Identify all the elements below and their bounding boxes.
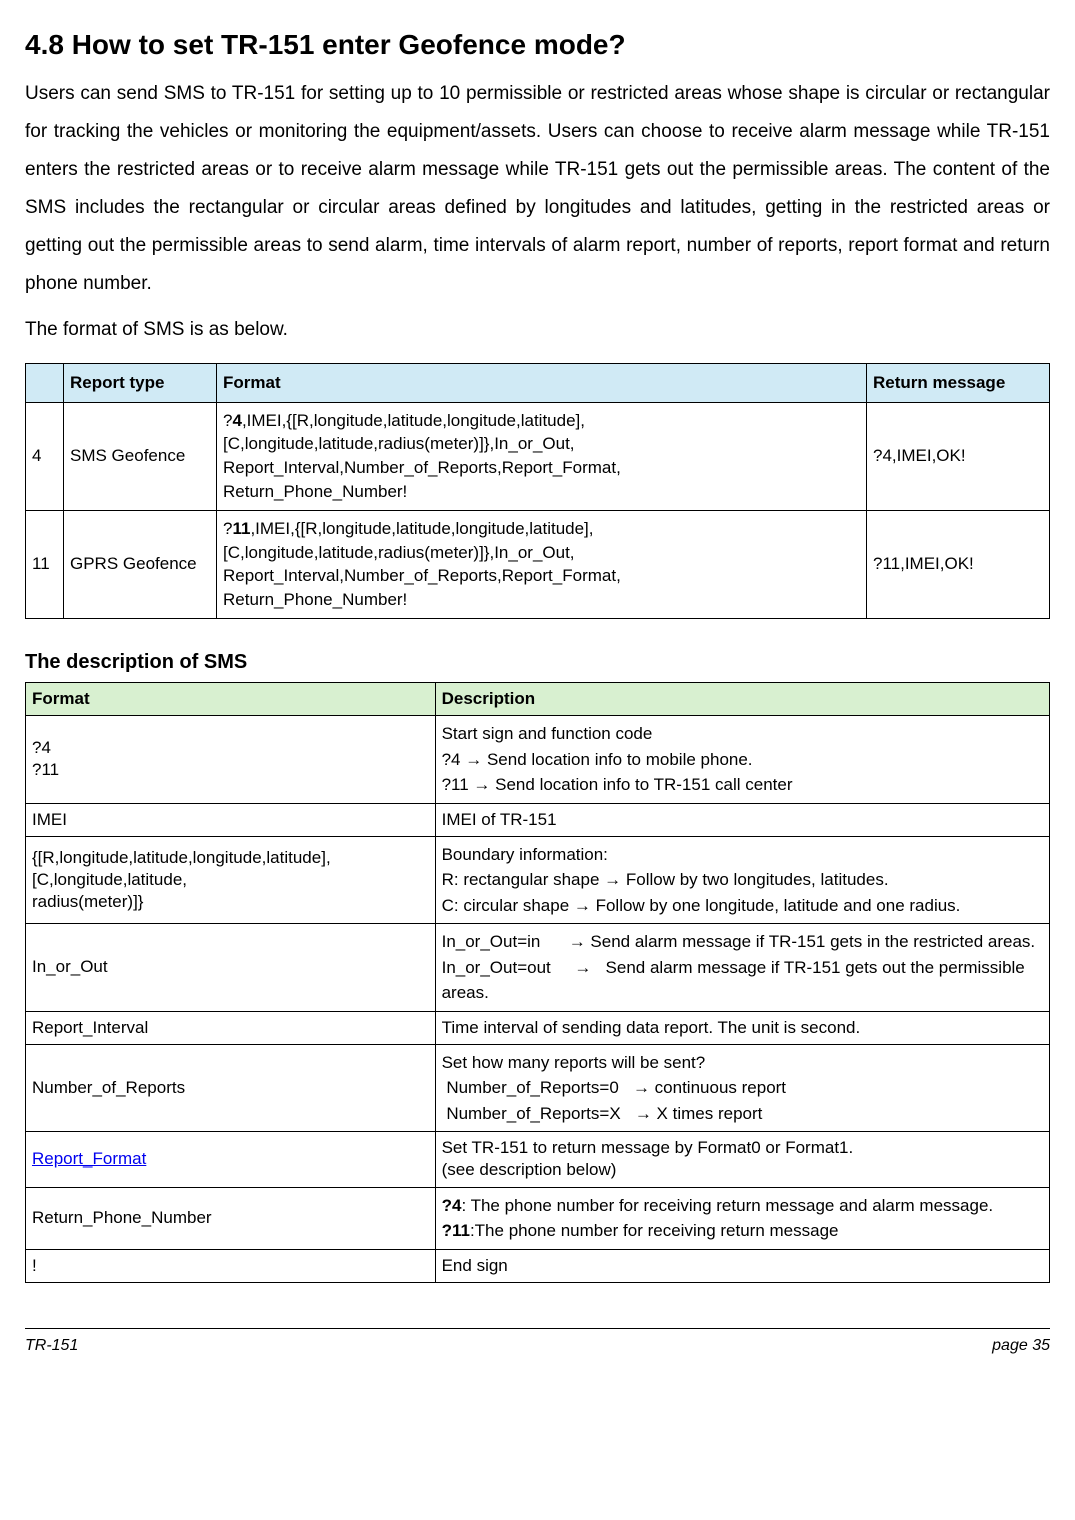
cell-return: ?4,IMEI,OK! xyxy=(867,402,1050,510)
table-row: Number_of_Reports Set how many reports w… xyxy=(26,1044,1050,1132)
cell-format: ! xyxy=(26,1249,436,1282)
table-row: Report_Interval Time interval of sending… xyxy=(26,1011,1050,1044)
footer-left: TR-151 xyxy=(25,1332,78,1361)
table-row: 11 GPRS Geofence ?11,IMEI,{[R,longitude,… xyxy=(26,510,1050,618)
page-heading: 4.8 How to set TR-151 enter Geofence mod… xyxy=(25,20,1050,70)
table-row: ?4 ?11 Start sign and function code ?4 →… xyxy=(26,716,1050,804)
table-row: 4 SMS Geofence ?4,IMEI,{[R,longitude,lat… xyxy=(26,402,1050,510)
header-format: Format xyxy=(217,363,867,402)
header-return: Return message xyxy=(867,363,1050,402)
cell-format: Report_Interval xyxy=(26,1011,436,1044)
cell-num: 11 xyxy=(26,510,64,618)
header-report-type: Report type xyxy=(64,363,217,402)
cell-format: ?4 ?11 xyxy=(26,716,436,804)
header-description: Description xyxy=(435,683,1049,716)
cell-desc: Time interval of sending data report. Th… xyxy=(435,1011,1049,1044)
table-row: {[R,longitude,latitude,longitude,latitud… xyxy=(26,836,1050,924)
cell-format: ?4,IMEI,{[R,longitude,latitude,longitude… xyxy=(217,402,867,510)
report-format-table: Report type Format Return message 4 SMS … xyxy=(25,363,1050,619)
header-format: Format xyxy=(26,683,436,716)
cell-desc: End sign xyxy=(435,1249,1049,1282)
table-row: IMEI IMEI of TR-151 xyxy=(26,803,1050,836)
table-row: Return_Phone_Number ?4: The phone number… xyxy=(26,1187,1050,1249)
cell-format: IMEI xyxy=(26,803,436,836)
page-footer: TR-151 page 35 xyxy=(25,1328,1050,1361)
table-row: Report_Format Set TR-151 to return messa… xyxy=(26,1132,1050,1187)
cell-desc: ?4: The phone number for receiving retur… xyxy=(435,1187,1049,1249)
cell-format: Report_Format xyxy=(26,1132,436,1187)
cell-return: ?11,IMEI,OK! xyxy=(867,510,1050,618)
cell-desc: Set how many reports will be sent? Numbe… xyxy=(435,1044,1049,1132)
format-intro-text: The format of SMS is as below. xyxy=(25,313,1050,347)
cell-format: ?11,IMEI,{[R,longitude,latitude,longitud… xyxy=(217,510,867,618)
cell-type: GPRS Geofence xyxy=(64,510,217,618)
cell-desc: IMEI of TR-151 xyxy=(435,803,1049,836)
cell-desc: Set TR-151 to return message by Format0 … xyxy=(435,1132,1049,1187)
table-header-row: Format Description xyxy=(26,683,1050,716)
description-table: Format Description ?4 ?11 Start sign and… xyxy=(25,682,1050,1283)
table-header-row: Report type Format Return message xyxy=(26,363,1050,402)
cell-format: {[R,longitude,latitude,longitude,latitud… xyxy=(26,836,436,924)
table-row: ! End sign xyxy=(26,1249,1050,1282)
cell-format: In_or_Out xyxy=(26,924,436,1012)
cell-format: Return_Phone_Number xyxy=(26,1187,436,1249)
intro-paragraph: Users can send SMS to TR-151 for setting… xyxy=(25,75,1050,303)
cell-format: Number_of_Reports xyxy=(26,1044,436,1132)
header-num xyxy=(26,363,64,402)
section-title: The description of SMS xyxy=(25,644,1050,680)
footer-right: page 35 xyxy=(992,1332,1050,1361)
cell-desc: Start sign and function code ?4 → Send l… xyxy=(435,716,1049,804)
cell-num: 4 xyxy=(26,402,64,510)
report-format-link[interactable]: Report_Format xyxy=(32,1149,146,1168)
table-row: In_or_Out In_or_Out=in → Send alarm mess… xyxy=(26,924,1050,1012)
cell-desc: In_or_Out=in → Send alarm message if TR-… xyxy=(435,924,1049,1012)
cell-desc: Boundary information: R: rectangular sha… xyxy=(435,836,1049,924)
cell-type: SMS Geofence xyxy=(64,402,217,510)
